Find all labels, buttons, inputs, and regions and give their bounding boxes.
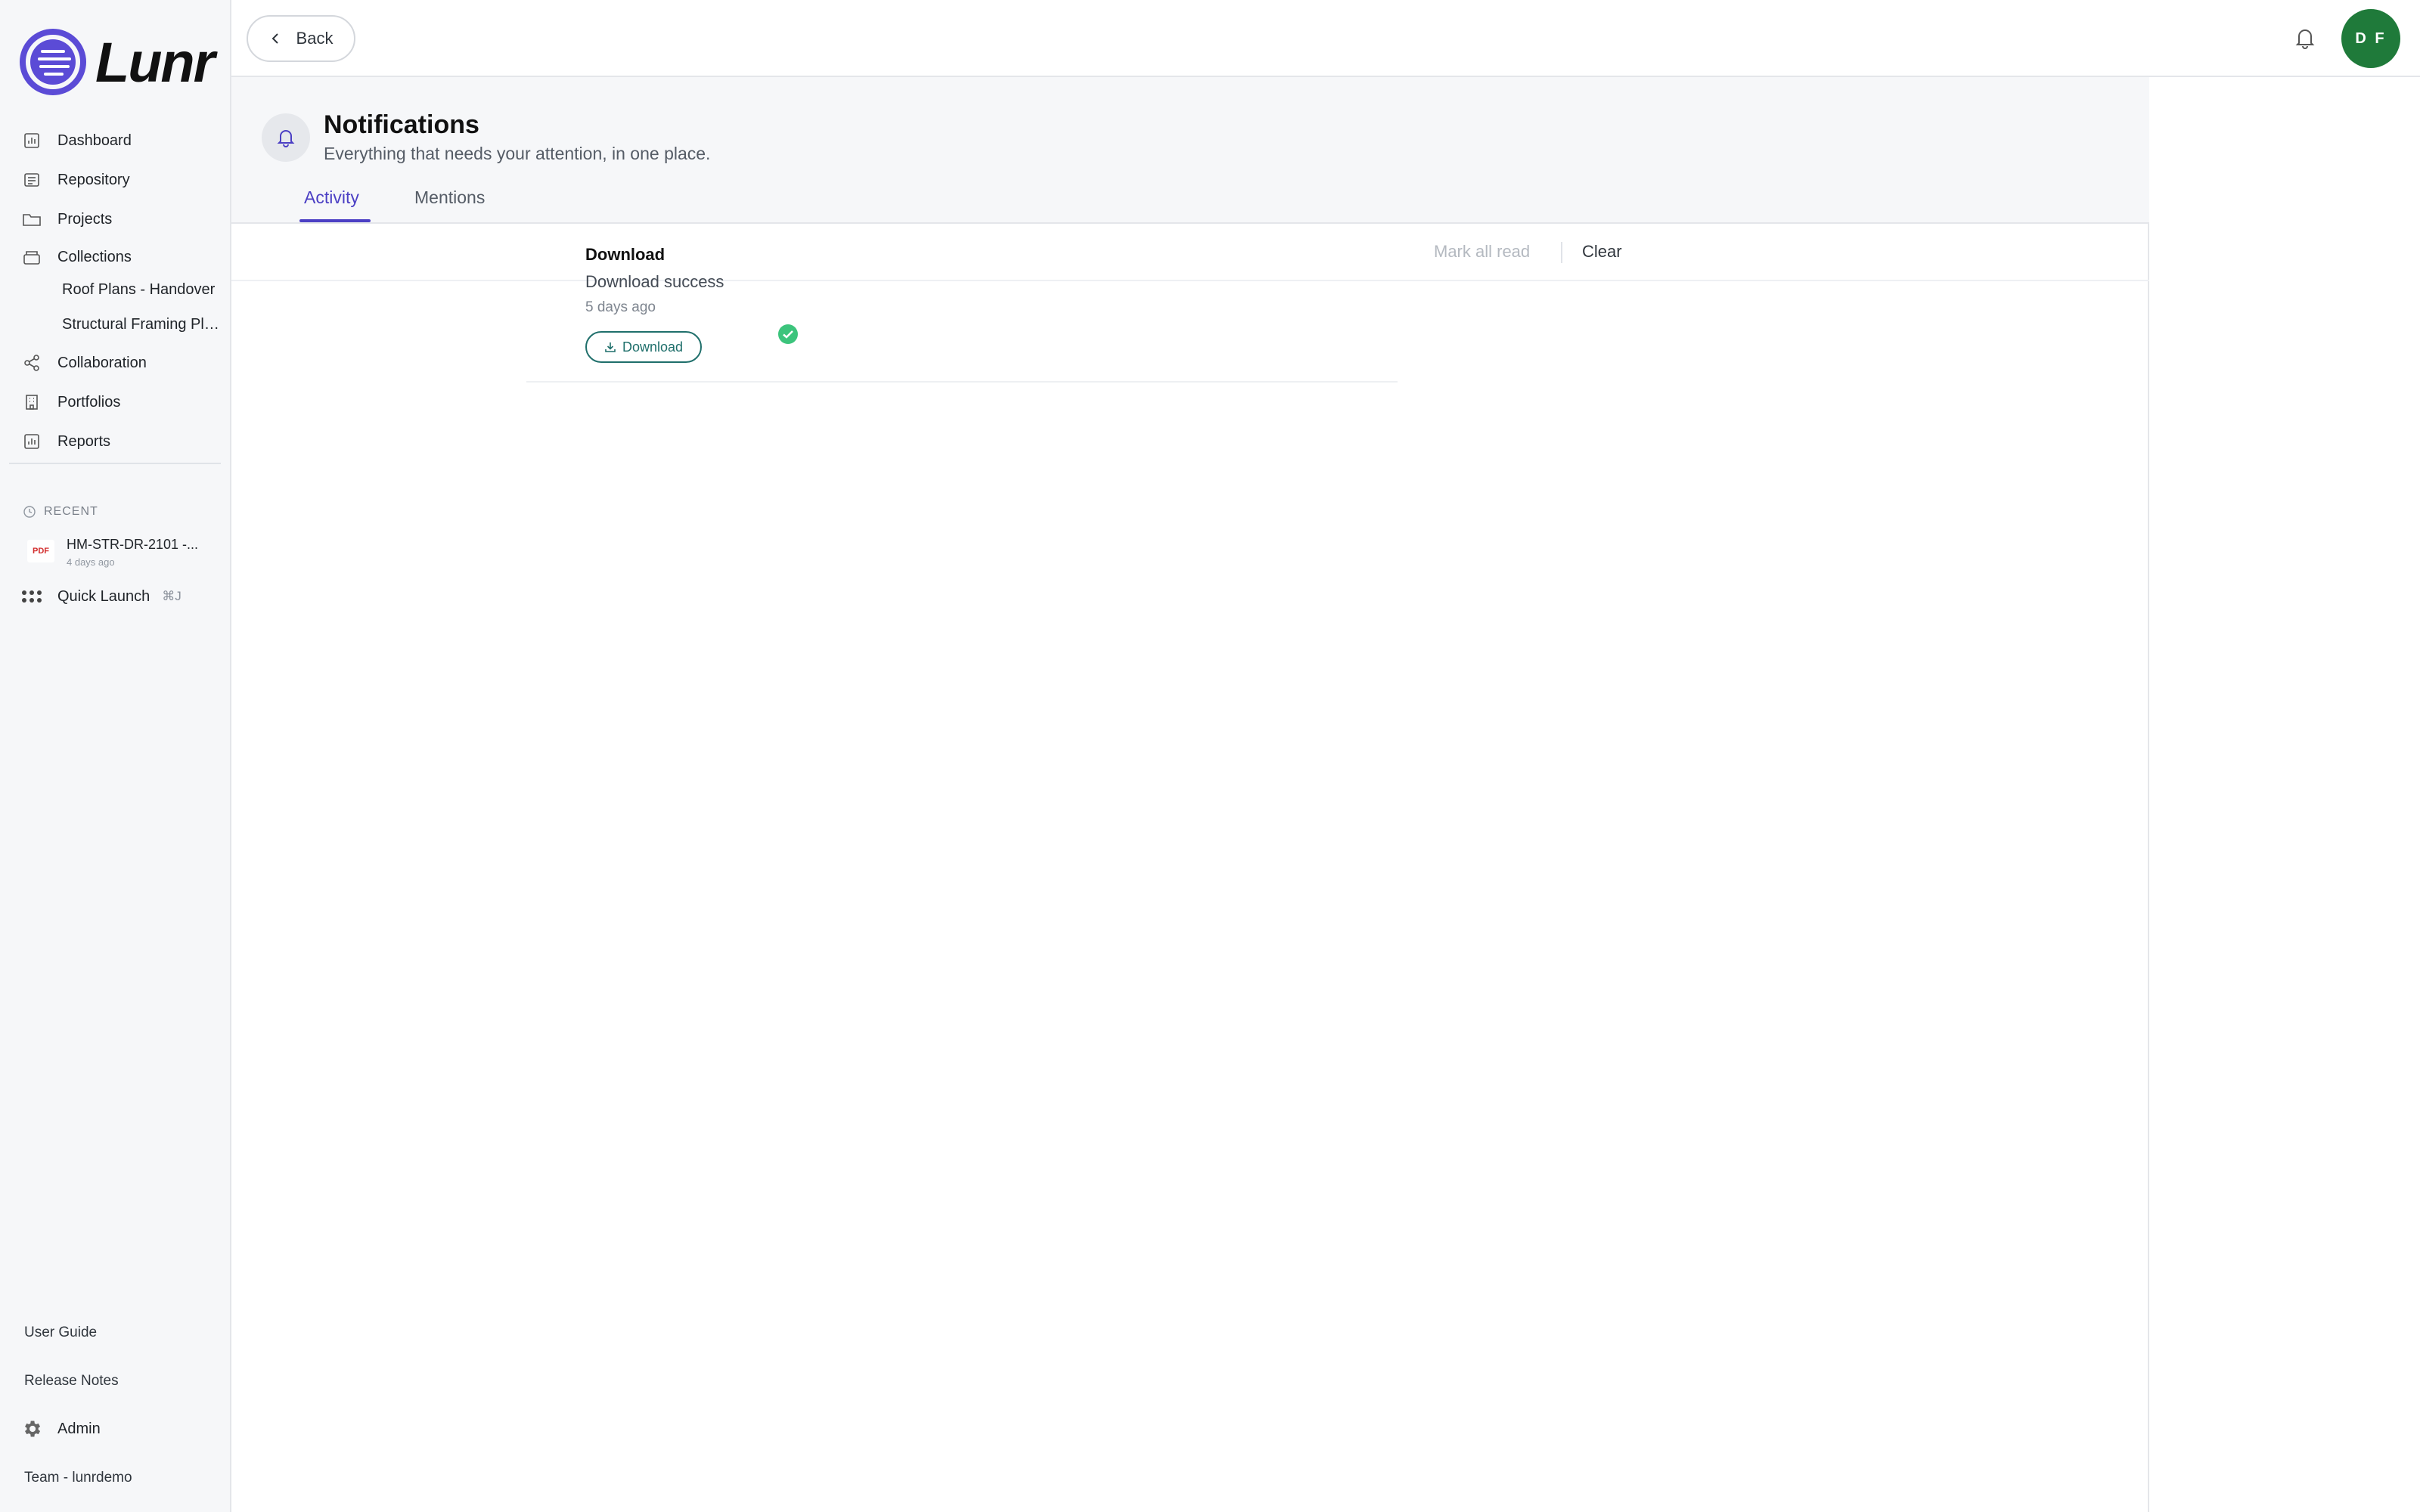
sidebar-item-reports[interactable]: Reports [0, 423, 227, 460]
active-tab-indicator [299, 219, 371, 222]
sidebar-item-label: Repository [57, 171, 130, 188]
chart-icon [21, 431, 42, 452]
quick-launch-button[interactable]: Quick Launch ⌘J [21, 584, 182, 609]
download-button-label: Download [622, 339, 684, 355]
sidebar-item-dashboard[interactable]: Dashboard [0, 122, 227, 159]
lunr-logo[interactable]: Lunr [18, 27, 215, 97]
chart-icon [21, 130, 42, 151]
back-button[interactable]: Back [247, 15, 355, 62]
mark-all-read-button[interactable]: Mark all read [1434, 242, 1530, 262]
tab-mentions[interactable]: Mentions [414, 187, 485, 222]
quick-launch-shortcut: ⌘J [162, 589, 182, 603]
sidebar-item-label: Collections [57, 248, 132, 265]
download-button[interactable]: Download [585, 331, 702, 363]
admin-label: Admin [57, 1420, 101, 1437]
sidebar-item-label: Projects [57, 210, 113, 228]
user-guide-link[interactable]: User Guide [24, 1325, 97, 1341]
notification-title: Download [585, 245, 666, 264]
folder-icon [21, 209, 42, 230]
lunr-logo-icon [20, 29, 86, 95]
check-circle-icon [778, 324, 798, 344]
collection-item[interactable]: Roof Plans - Handover [62, 281, 221, 299]
notification-time: 5 days ago [585, 299, 656, 315]
quick-launch-label: Quick Launch [57, 587, 150, 605]
recent-header: RECENT [23, 505, 98, 519]
sidebar-item-collections[interactable]: Collections [0, 239, 227, 275]
recent-file-time: 4 days ago [67, 556, 115, 568]
sidebar-item-collaboration[interactable]: Collaboration [0, 345, 227, 381]
sidebar-item-label: Portfolios [57, 393, 121, 411]
collection-item[interactable]: Structural Framing Plans [62, 316, 221, 333]
recent-header-label: RECENT [44, 505, 98, 518]
collection-icon [21, 246, 42, 268]
tab-activity[interactable]: Activity [304, 187, 359, 222]
bell-icon[interactable] [2290, 23, 2320, 53]
chevron-left-icon [271, 33, 278, 44]
repository-icon [21, 169, 42, 191]
logo-text: Lunr [95, 30, 215, 94]
team-link[interactable]: Team - lunrdemo [24, 1470, 132, 1486]
back-label: Back [296, 29, 334, 48]
bell-icon [262, 113, 310, 162]
sidebar-divider [9, 463, 221, 464]
release-notes-link[interactable]: Release Notes [24, 1373, 119, 1390]
grid-dots-icon [22, 590, 42, 603]
recent-file-name: HM-STR-DR-2101 -... [67, 537, 199, 552]
share-icon [21, 352, 42, 373]
page-title: Notifications [324, 110, 479, 139]
recent-file-item[interactable]: PDF HM-STR-DR-2101 -... 4 days ago [27, 534, 216, 572]
action-separator [1561, 242, 1562, 263]
notification-body: Download success [585, 272, 724, 291]
sidebar-item-label: Collaboration [57, 354, 147, 371]
sidebar-item-label: Reports [57, 432, 111, 450]
admin-link[interactable]: Admin [21, 1418, 101, 1439]
clear-button[interactable]: Clear [1582, 242, 1622, 262]
download-icon [605, 342, 616, 352]
sidebar-item-label: Dashboard [57, 132, 132, 149]
gear-icon [25, 1421, 41, 1437]
pdf-icon: PDF [27, 540, 54, 562]
page-subtitle: Everything that needs your attention, in… [324, 144, 711, 163]
building-icon [21, 392, 42, 413]
sidebar-item-projects[interactable]: Projects [0, 201, 227, 237]
sidebar-item-repository[interactable]: Repository [0, 162, 227, 198]
sidebar-item-portfolios[interactable]: Portfolios [0, 384, 227, 420]
right-panel [2151, 77, 2420, 1512]
sidebar: Lunr Dashboard Repository Projects Colle… [0, 0, 231, 1512]
clock-icon [23, 506, 36, 518]
avatar[interactable]: D F [2341, 9, 2400, 68]
top-bar: Back D F [231, 0, 2420, 77]
page-header: Notifications Everything that needs your… [231, 77, 2149, 224]
